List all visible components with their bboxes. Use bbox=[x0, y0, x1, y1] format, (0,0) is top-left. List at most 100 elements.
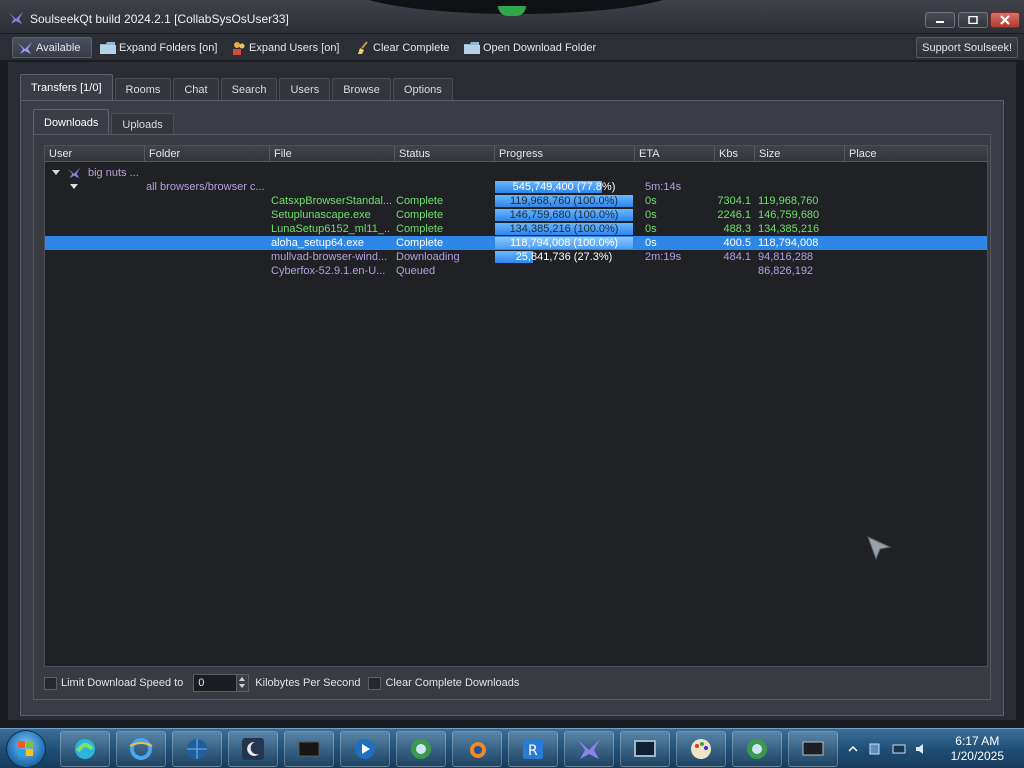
eta-cell: 5m:14s bbox=[645, 181, 682, 193]
transfer-subtab-bar: Downloads Uploads bbox=[33, 109, 176, 135]
tab-downloads[interactable]: Downloads bbox=[33, 109, 110, 135]
collapse-arrow-icon[interactable] bbox=[70, 184, 78, 189]
start-button[interactable] bbox=[6, 730, 46, 768]
column-eta[interactable]: ETA bbox=[635, 146, 715, 162]
progress-text: 25,841,736 (27.3%) bbox=[515, 251, 613, 263]
clear-complete-button[interactable]: Clear Complete bbox=[356, 37, 449, 58]
tab-rooms[interactable]: Rooms bbox=[114, 78, 172, 100]
edge-icon bbox=[75, 739, 95, 759]
tab-uploads[interactable]: Uploads bbox=[111, 113, 174, 135]
available-status-button[interactable]: Available bbox=[12, 37, 92, 58]
close-button[interactable] bbox=[990, 12, 1020, 28]
tab-browse[interactable]: Browse bbox=[332, 78, 391, 100]
tab-options[interactable]: Options bbox=[392, 78, 453, 100]
table-row[interactable]: CatsxpBrowserStandal... Complete 119,968,7… bbox=[45, 194, 987, 208]
taskbar-app-regex[interactable]: R bbox=[508, 731, 558, 767]
status-cell: Downloading bbox=[396, 251, 460, 263]
size-cell: 119,968,760 bbox=[758, 195, 819, 207]
paint-icon bbox=[691, 739, 711, 759]
progress-bar: 119,968,760 (100.0%) bbox=[495, 195, 633, 207]
status-cell: Complete bbox=[396, 237, 444, 249]
column-progress[interactable]: Progress bbox=[495, 146, 635, 162]
soulseek-icon bbox=[578, 739, 600, 759]
column-kbs[interactable]: Kbs bbox=[715, 146, 755, 162]
tab-search[interactable]: Search bbox=[220, 78, 278, 100]
table-row[interactable]: Cyberfox-52.9.1.en-U... Queued 86,826,192 bbox=[45, 264, 987, 278]
user-group-row[interactable]: big nuts ... bbox=[45, 166, 987, 180]
taskbar-app-browser[interactable] bbox=[396, 731, 446, 767]
terminal-icon bbox=[298, 741, 320, 757]
downloads-table[interactable]: User Folder File Status Progress ETA Kbs… bbox=[44, 145, 988, 667]
minimize-button[interactable] bbox=[925, 12, 955, 28]
volume-tray-icon[interactable] bbox=[914, 742, 928, 756]
file-name: CatsxpBrowserStandal... bbox=[271, 195, 391, 207]
speed-limit-spinbox[interactable]: 0 bbox=[193, 674, 250, 692]
expand-folders-button[interactable]: Expand Folders [on] bbox=[100, 37, 217, 58]
spin-up-icon[interactable] bbox=[239, 677, 246, 681]
title-bar: SoulseekQt build 2024.2.1 [CollabSysOsUs… bbox=[0, 0, 1024, 34]
monitor-tray-icon[interactable] bbox=[892, 742, 906, 756]
eta-cell: 2m:19s bbox=[645, 251, 682, 263]
folder-group-row[interactable]: all browsers/browser c... 545,749,400 (7… bbox=[45, 180, 987, 194]
column-status[interactable]: Status bbox=[395, 146, 495, 162]
limit-speed-checkbox[interactable] bbox=[44, 676, 57, 690]
status-cell: Queued bbox=[396, 265, 436, 277]
column-user[interactable]: User bbox=[45, 146, 145, 162]
taskbar-app-paint[interactable] bbox=[676, 731, 726, 767]
column-place[interactable]: Place bbox=[845, 146, 987, 162]
column-file[interactable]: File bbox=[270, 146, 395, 162]
clock-time: 6:17 AM bbox=[955, 734, 1000, 748]
spin-arrows[interactable] bbox=[236, 675, 249, 691]
table-header: User Folder File Status Progress ETA Kbs… bbox=[45, 146, 987, 162]
taskbar-app-soulseek[interactable] bbox=[564, 731, 614, 767]
taskbar-app-screen[interactable] bbox=[788, 731, 838, 767]
expand-users-label: Expand Users [on] bbox=[249, 41, 340, 54]
expand-users-button[interactable]: Expand Users [on] bbox=[232, 37, 340, 58]
spin-down-icon[interactable] bbox=[239, 684, 246, 688]
support-soulseek-button[interactable]: Support Soulseek! bbox=[916, 37, 1018, 58]
progress-text: 118,794,008 (100.0%) bbox=[509, 237, 619, 249]
folder-icon bbox=[464, 41, 480, 54]
taskbar-app-terminal[interactable] bbox=[284, 731, 334, 767]
size-cell: 94,816,288 bbox=[758, 251, 814, 263]
taskbar-app-edge[interactable] bbox=[60, 731, 110, 767]
windows-logo-icon bbox=[18, 741, 33, 756]
screen-icon bbox=[802, 741, 824, 756]
table-row[interactable]: LunaSetup6152_ml11_... Complete 134,385,21… bbox=[45, 222, 987, 236]
limit-speed-label: Limit Download Speed to bbox=[61, 677, 184, 689]
progress-bar: 134,385,216 (100.0%) bbox=[495, 223, 633, 235]
toolbar: Available Expand Folders [on] Expand Use… bbox=[0, 34, 1024, 60]
broom-icon bbox=[358, 40, 368, 54]
tab-transfers[interactable]: Transfers [1/0] bbox=[20, 74, 113, 100]
tray-expand-icon[interactable] bbox=[846, 742, 860, 756]
size-cell: 134,385,216 bbox=[758, 223, 820, 235]
maximize-button[interactable] bbox=[958, 12, 988, 28]
tab-users[interactable]: Users bbox=[279, 78, 331, 100]
open-download-folder-button[interactable]: Open Download Folder bbox=[464, 37, 596, 58]
download-options: Limit Download Speed to 0 Kilobytes Per … bbox=[44, 673, 944, 693]
file-name: aloha_setup64.exe bbox=[271, 237, 364, 249]
clear-complete-downloads-checkbox[interactable] bbox=[368, 676, 382, 690]
taskbar-app-globe[interactable] bbox=[172, 731, 222, 767]
folder-name: all browsers/browser c... bbox=[146, 181, 265, 193]
size-cell: 146,759,680 bbox=[758, 209, 820, 221]
clock[interactable]: 6:17 AM 1/20/2025 bbox=[951, 734, 1004, 764]
table-row[interactable]: Setuplunascape.exe Complete 146,759,680 (1… bbox=[45, 208, 987, 222]
column-size[interactable]: Size bbox=[755, 146, 845, 162]
taskbar-app-monitor[interactable] bbox=[620, 731, 670, 767]
taskbar-app-browser[interactable] bbox=[732, 731, 782, 767]
column-folder[interactable]: Folder bbox=[145, 146, 270, 162]
size-cell: 86,826,192 bbox=[758, 265, 814, 277]
speed-value: 0 bbox=[198, 677, 205, 689]
taskbar-app-moon[interactable] bbox=[228, 731, 278, 767]
table-row[interactable]: aloha_setup64.exe Complete 118,794,008 (10… bbox=[45, 236, 987, 250]
table-row[interactable]: mullvad-browser-wind... Downloading 25,841… bbox=[45, 250, 987, 264]
status-cell: Complete bbox=[396, 195, 444, 207]
taskbar-app-blender[interactable] bbox=[452, 731, 502, 767]
progress-text: 146,759,680 (100.0%) bbox=[509, 209, 619, 221]
collapse-arrow-icon[interactable] bbox=[52, 170, 60, 175]
network-tray-icon[interactable] bbox=[868, 742, 882, 756]
taskbar-app-internet-explorer[interactable] bbox=[116, 731, 166, 767]
tab-chat[interactable]: Chat bbox=[173, 78, 219, 100]
taskbar-app-media-player[interactable] bbox=[340, 731, 390, 767]
